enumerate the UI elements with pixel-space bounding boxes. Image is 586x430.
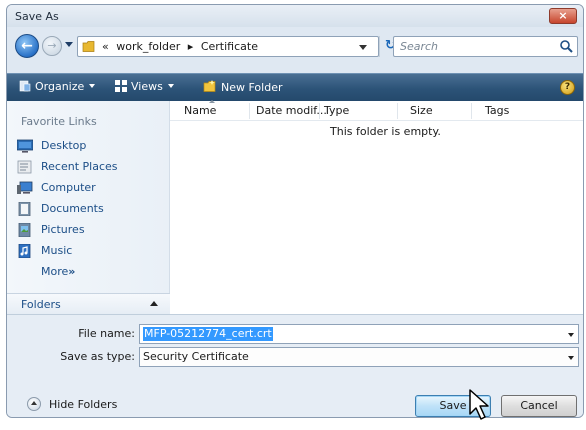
views-menu[interactable]: Views (115, 80, 174, 93)
breadcrumb-separator[interactable]: ▸ (188, 40, 194, 53)
breadcrumb-work-folder[interactable]: work_folder (116, 40, 180, 53)
double-chevron-right-icon: » (68, 265, 76, 278)
file-name-value[interactable]: MFP-05212774_cert.crt (143, 327, 273, 341)
breadcrumb-overflow[interactable]: « (102, 40, 109, 53)
column-divider[interactable] (471, 103, 472, 119)
nav-link-recent-places[interactable]: Recent Places (17, 156, 118, 177)
back-button[interactable]: ← (15, 34, 39, 58)
chevron-down-icon (89, 84, 96, 88)
recent-pages-dropdown[interactable] (65, 42, 73, 47)
chevron-down-icon (167, 84, 174, 88)
navigation-pane: Favorite Links Desktop Recent Places Com… (7, 101, 170, 314)
column-header-type[interactable]: Type (324, 104, 349, 117)
nav-label: Music (41, 244, 73, 257)
save-as-type-value: Security Certificate (143, 350, 249, 363)
nav-link-pictures[interactable]: Pictures (17, 219, 118, 240)
save-as-type-select[interactable]: Security Certificate (139, 347, 579, 367)
search-icon[interactable] (559, 39, 574, 54)
organize-icon (19, 80, 31, 92)
column-divider[interactable] (397, 103, 398, 119)
sort-indicator-icon (209, 100, 215, 103)
column-divider[interactable] (249, 103, 250, 119)
new-folder-icon (203, 80, 216, 92)
save-options-panel: File name: MFP-05212774_cert.crt Save as… (7, 314, 583, 417)
search-box[interactable]: Search (393, 36, 578, 57)
save-as-type-label: Save as type: (60, 350, 135, 363)
forward-button[interactable]: → (42, 36, 62, 56)
favorite-links-list: Desktop Recent Places Computer Documents… (17, 135, 118, 282)
new-folder-button[interactable]: New Folder (203, 80, 282, 94)
column-header-name[interactable]: Name (184, 104, 216, 117)
column-header-date-modified[interactable]: Date modif... (256, 104, 327, 117)
nav-label: Documents (41, 202, 104, 215)
chevron-down-icon[interactable] (568, 356, 574, 360)
nav-link-desktop[interactable]: Desktop (17, 135, 118, 156)
nav-link-computer[interactable]: Computer (17, 177, 118, 198)
file-name-label: File name: (78, 327, 135, 340)
more-label: More (41, 265, 69, 278)
folders-label: Folders (21, 298, 61, 311)
organize-menu[interactable]: Organize (19, 80, 96, 93)
views-label: Views (131, 80, 163, 93)
nav-link-music[interactable]: Music (17, 240, 118, 261)
title-bar: Save As × (7, 5, 583, 27)
browser-pane: Favorite Links Desktop Recent Places Com… (7, 100, 583, 314)
recent-places-icon (17, 160, 32, 173)
favorite-links-heading: Favorite Links (21, 115, 97, 128)
nav-label: Desktop (41, 139, 87, 152)
close-button[interactable]: × (549, 8, 577, 24)
views-icon (115, 80, 127, 92)
file-name-combobox[interactable]: MFP-05212774_cert.crt (139, 324, 579, 344)
folder-icon (82, 41, 95, 52)
documents-icon (18, 201, 31, 216)
desktop-icon (17, 139, 33, 153)
organize-label: Organize (35, 80, 85, 93)
breadcrumb-certificate[interactable]: Certificate (201, 40, 258, 53)
nav-label: Computer (41, 181, 96, 194)
chevron-down-icon[interactable] (568, 333, 574, 337)
nav-link-documents[interactable]: Documents (17, 198, 118, 219)
nav-label: Pictures (41, 223, 85, 236)
hide-folders-button[interactable]: Hide Folders (27, 397, 117, 411)
mouse-pointer-icon (469, 389, 489, 420)
save-as-dialog: Save As × ← → « work_folder ▸ Certificat… (6, 4, 584, 418)
chevron-up-icon (27, 397, 41, 411)
help-button[interactable]: ? (560, 80, 575, 95)
command-toolbar: Organize Views New Folder ? (7, 73, 583, 101)
column-divider[interactable] (319, 103, 320, 119)
computer-icon (17, 181, 33, 194)
breadcrumb: « work_folder ▸ Certificate (102, 40, 262, 53)
folders-toggle[interactable]: Folders (7, 293, 170, 314)
address-row: ← → « work_folder ▸ Certificate ↻ Search (7, 33, 583, 63)
nav-label: Recent Places (41, 160, 118, 173)
address-bar[interactable]: « work_folder ▸ Certificate (77, 36, 379, 57)
chevron-up-icon (150, 301, 158, 306)
hide-folders-label: Hide Folders (49, 397, 118, 411)
cancel-button[interactable]: Cancel (501, 395, 577, 417)
search-placeholder: Search (400, 40, 439, 53)
window-title: Save As (15, 10, 59, 23)
pictures-icon (18, 222, 31, 237)
column-header-tags[interactable]: Tags (485, 104, 509, 117)
music-icon (18, 243, 31, 258)
empty-folder-message: This folder is empty. (330, 125, 441, 138)
new-folder-label: New Folder (221, 81, 283, 94)
column-header-size[interactable]: Size (410, 104, 433, 117)
column-headers: Name Date modif... Type Size Tags (170, 100, 583, 121)
address-dropdown-arrow[interactable] (359, 45, 367, 50)
nav-link-more[interactable]: More» (17, 261, 118, 282)
